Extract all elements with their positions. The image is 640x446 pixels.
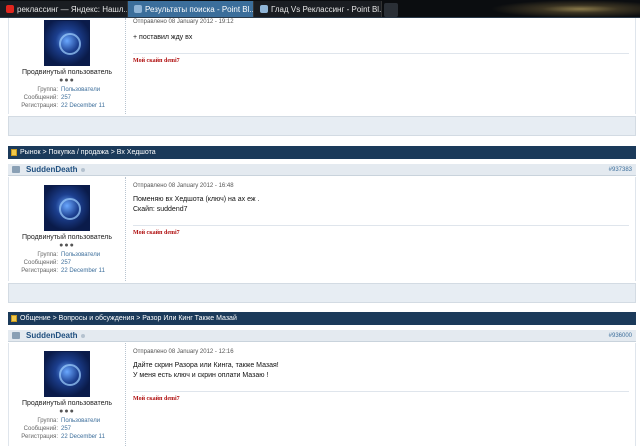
post-separator (8, 116, 636, 136)
stat-value: 22 December 11 (61, 268, 105, 274)
column-divider (125, 18, 126, 114)
signature: Мой скайп demi7 (133, 230, 180, 236)
column-divider (125, 343, 126, 446)
stat-value: 22 December 11 (61, 103, 105, 109)
tab-label: Глад Vs Реклассинг - Point Bl... (271, 4, 382, 14)
post-date: Отправлено 08 January 2012 - 12:16 (133, 349, 234, 355)
message-line: + поставил жду вх (133, 34, 193, 41)
browser-tab-glad-vs[interactable]: Глад Vs Реклассинг - Point Bl... (254, 1, 382, 17)
message-line: Поменяю вх Хедшота (ключ) на ах еж . (133, 196, 260, 203)
message-line: Скайп: suddend7 (133, 206, 188, 213)
post-message: Дайте скрин Разора или Кинга, также Маза… (133, 361, 629, 381)
user-info: Продвинутый пользователь ●●● Группа: Поль… (9, 185, 125, 275)
signature: Мой скайп demi7 (133, 396, 180, 402)
rank-pips: ●●● (59, 77, 75, 84)
post-content: Отправлено 08 January 2012 - 16:48 Помен… (133, 183, 629, 236)
signature: Мой скайп demi7 (133, 58, 180, 64)
message-line: Дайте скрин Разора или Кинга, также Маза… (133, 362, 279, 369)
post-2: Продвинутый пользователь ●●● Группа: Поль… (8, 177, 636, 281)
author-name[interactable]: SuddenDeath (26, 165, 78, 174)
stat-label: Группа: (37, 252, 58, 258)
post-content: Отправлено 08 January 2012 - 12:16 Дайте… (133, 349, 629, 402)
topic-icon (11, 315, 17, 322)
signature-divider (133, 391, 629, 392)
message-line: У меня есть ключ и скрин оплати Мазаю ! (133, 372, 269, 379)
user-rank: Продвинутый пользователь (21, 69, 113, 76)
breadcrumb-text[interactable]: Рынок > Покупка / продажа > Вх Хедшота (20, 149, 156, 156)
post-header: SuddenDeath #936000 (8, 330, 636, 342)
stat-label: Сообщений: (23, 426, 58, 432)
column-divider (125, 177, 126, 281)
stat-value[interactable]: Пользователи (61, 251, 100, 259)
tab-label: Результаты поиска - Point Bl... (145, 4, 254, 14)
stat-label: Сообщений: (23, 95, 58, 101)
stat-label: Регистрация: (21, 434, 58, 440)
post-content: Отправлено 08 January 2012 - 19:12 + пос… (133, 19, 629, 64)
stat-label: Регистрация: (21, 268, 58, 274)
post-number[interactable]: #937383 (609, 167, 632, 173)
post-message: + поставил жду вх (133, 33, 629, 43)
browser-tab-strip: реклассинг — Яндекс: Нашл... Результаты … (0, 0, 640, 18)
new-tab-button[interactable] (384, 3, 398, 17)
user-icon (12, 166, 20, 173)
breadcrumb: Общение > Вопросы и обсуждения > Разор И… (8, 312, 636, 325)
stat-value[interactable]: Пользователи (61, 86, 100, 94)
post-header: SuddenDeath #937383 (8, 164, 636, 176)
stat-label: Регистрация: (21, 103, 58, 109)
avatar[interactable] (44, 20, 90, 66)
user-info: Продвинутый пользователь ●●● Группа: Поль… (9, 351, 125, 441)
status-icon (80, 333, 85, 338)
browser-tab-yandex[interactable]: реклассинг — Яндекс: Нашл... (0, 1, 128, 17)
tab-label: реклассинг — Яндекс: Нашл... (17, 4, 128, 14)
stat-value: 22 December 11 (61, 434, 105, 440)
post-date: Отправлено 08 January 2012 - 19:12 (133, 19, 234, 25)
stat-value: 257 (61, 260, 72, 266)
avatar[interactable] (44, 351, 90, 397)
stat-value: 257 (61, 95, 72, 101)
post-3: Продвинутый пользователь ●●● Группа: Поль… (8, 343, 636, 446)
breadcrumb-text[interactable]: Общение > Вопросы и обсуждения > Разор И… (20, 315, 237, 322)
topic-icon (11, 149, 17, 156)
signature-divider (133, 53, 629, 54)
user-info: Продвинутый пользователь ●●● Группа: Поль… (9, 20, 125, 110)
theme-decoration (490, 0, 640, 17)
status-icon (80, 167, 85, 172)
stat-value: 257 (61, 426, 72, 432)
avatar[interactable] (44, 185, 90, 231)
post-separator (8, 283, 636, 303)
rank-pips: ●●● (59, 408, 75, 415)
user-rank: Продвинутый пользователь (21, 234, 113, 241)
stat-value[interactable]: Пользователи (61, 417, 100, 425)
browser-tab-search-results[interactable]: Результаты поиска - Point Bl... (128, 1, 254, 17)
page-icon (134, 5, 142, 13)
stat-label: Группа: (37, 418, 58, 424)
user-rank: Продвинутый пользователь (21, 400, 113, 407)
post-1: Продвинутый пользователь ●●● Группа: Поль… (8, 18, 636, 114)
yandex-icon (6, 5, 14, 13)
stat-label: Группа: (37, 87, 58, 93)
page-icon (260, 5, 268, 13)
signature-divider (133, 225, 629, 226)
author-name[interactable]: SuddenDeath (26, 331, 78, 340)
breadcrumb: Рынок > Покупка / продажа > Вх Хедшота (8, 146, 636, 159)
post-date: Отправлено 08 January 2012 - 16:48 (133, 183, 234, 189)
user-icon (12, 332, 20, 339)
post-message: Поменяю вх Хедшота (ключ) на ах еж . Ска… (133, 195, 629, 215)
rank-pips: ●●● (59, 242, 75, 249)
post-number[interactable]: #936000 (609, 333, 632, 339)
stat-label: Сообщений: (23, 260, 58, 266)
